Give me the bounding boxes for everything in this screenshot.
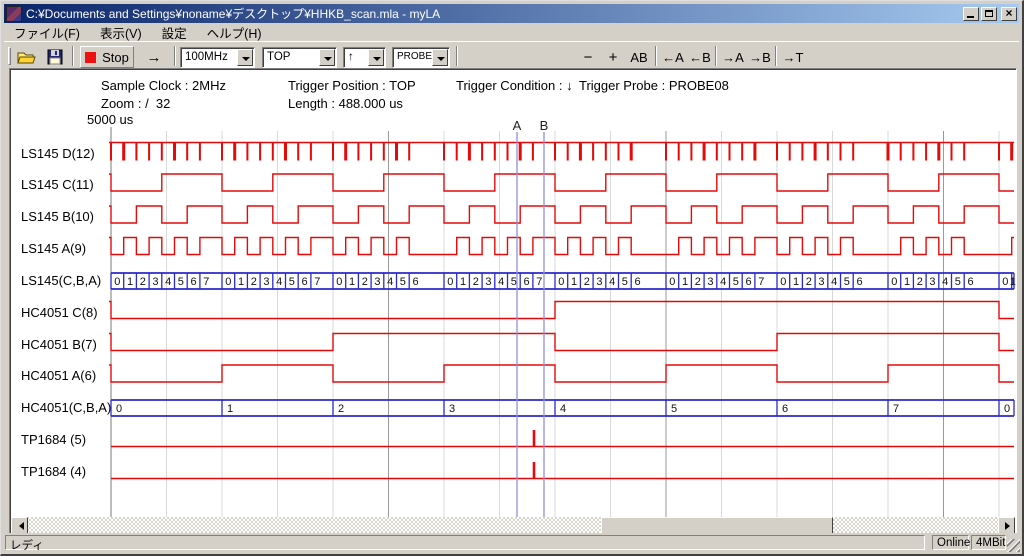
right-arrow-icon: [1005, 522, 1014, 530]
app-window: C:¥Documents and Settings¥noname¥デスクトップ¥…: [0, 0, 1024, 556]
trigger-edge-value: ↑: [348, 51, 367, 63]
ab-label: AB: [630, 50, 647, 65]
toolbar-separator: [72, 46, 74, 66]
dropdown-arrow-icon[interactable]: [432, 49, 448, 66]
scroll-right-button[interactable]: [998, 517, 1015, 534]
horizontal-scrollbar[interactable]: [11, 517, 1015, 534]
open-folder-icon: [17, 49, 37, 65]
open-button[interactable]: [14, 46, 40, 68]
set-marker-a-button[interactable]: →A: [720, 46, 746, 68]
resize-grip[interactable]: [1007, 539, 1020, 552]
app-icon: [6, 6, 22, 22]
menubar: ファイル(F) 表示(V) 設定 ヘルプ(H): [4, 23, 1019, 41]
save-floppy-icon: [47, 49, 63, 65]
toolbar-separator: [775, 46, 777, 66]
run-button[interactable]: →: [140, 46, 168, 68]
sample-clock-combobox[interactable]: 100MHz: [180, 47, 255, 68]
status-memory: 4MBit: [971, 535, 1006, 550]
trigger-probe-combobox[interactable]: PROBE00: [392, 47, 450, 68]
goto-a-label: ←A: [662, 50, 684, 65]
goto-b-label: ←B: [689, 50, 711, 65]
toolbar-separator: [655, 46, 657, 66]
dropdown-arrow-icon[interactable]: [237, 49, 253, 66]
zoom-out-button[interactable]: −: [576, 46, 600, 68]
status-message: レディ: [5, 535, 925, 550]
stop-label: Stop: [102, 50, 129, 65]
run-arrow-icon: →: [147, 49, 162, 66]
zoom-in-button[interactable]: +: [601, 46, 625, 68]
left-arrow-icon: [15, 522, 24, 530]
stop-button[interactable]: Stop: [80, 46, 134, 68]
minimize-button[interactable]: [963, 7, 979, 21]
set-marker-b-button[interactable]: →B: [747, 46, 773, 68]
close-icon: ×: [1002, 8, 1016, 19]
trigger-edge-combobox[interactable]: ↑: [343, 47, 386, 68]
zoom-out-label: −: [584, 49, 593, 66]
trigger-probe-value: PROBE00: [397, 51, 433, 62]
goto-marker-a-button[interactable]: ←A: [660, 46, 686, 68]
trigger-position-combobox[interactable]: TOP: [262, 47, 337, 68]
zoom-in-label: +: [609, 49, 618, 66]
menu-help[interactable]: ヘルプ(H): [197, 22, 272, 43]
window-title: C:¥Documents and Settings¥noname¥デスクトップ¥…: [26, 5, 961, 22]
set-b-label: →B: [749, 50, 771, 65]
goto-trigger-button[interactable]: →T: [780, 46, 806, 68]
statusbar: レディ Online 4MBit: [3, 533, 1020, 552]
trigger-position-value: TOP: [267, 51, 318, 63]
minimize-icon: [967, 16, 974, 18]
maximize-icon: [985, 10, 993, 17]
toolbar: Stop → 100MHz TOP ↑ PROBE00 − + AB ←A ←B: [4, 41, 1019, 68]
set-a-label: →A: [722, 50, 744, 65]
waveform-client-area: [9, 68, 1017, 536]
titlebar[interactable]: C:¥Documents and Settings¥noname¥デスクトップ¥…: [4, 4, 1019, 23]
menu-settings[interactable]: 設定: [152, 22, 197, 43]
dropdown-arrow-icon[interactable]: [368, 49, 384, 66]
toolbar-separator: [456, 46, 458, 66]
sample-clock-value: 100MHz: [185, 51, 236, 63]
scrollbar-thumb[interactable]: [601, 517, 833, 534]
stop-square-icon: [85, 52, 96, 63]
goto-t-label: →T: [783, 50, 804, 65]
dropdown-arrow-icon[interactable]: [319, 49, 335, 66]
close-button[interactable]: ×: [1001, 7, 1017, 21]
save-button[interactable]: [42, 46, 68, 68]
toolbar-separator: [174, 46, 176, 66]
toolbar-grip: [8, 47, 11, 65]
toolbar-separator: [715, 46, 717, 66]
ab-range-button[interactable]: AB: [626, 46, 652, 68]
maximize-button[interactable]: [981, 7, 997, 21]
status-online: Online: [932, 535, 969, 550]
scroll-left-button[interactable]: [11, 517, 28, 534]
menu-file[interactable]: ファイル(F): [4, 22, 90, 43]
goto-marker-b-button[interactable]: ←B: [687, 46, 713, 68]
menu-view[interactable]: 表示(V): [90, 22, 152, 43]
